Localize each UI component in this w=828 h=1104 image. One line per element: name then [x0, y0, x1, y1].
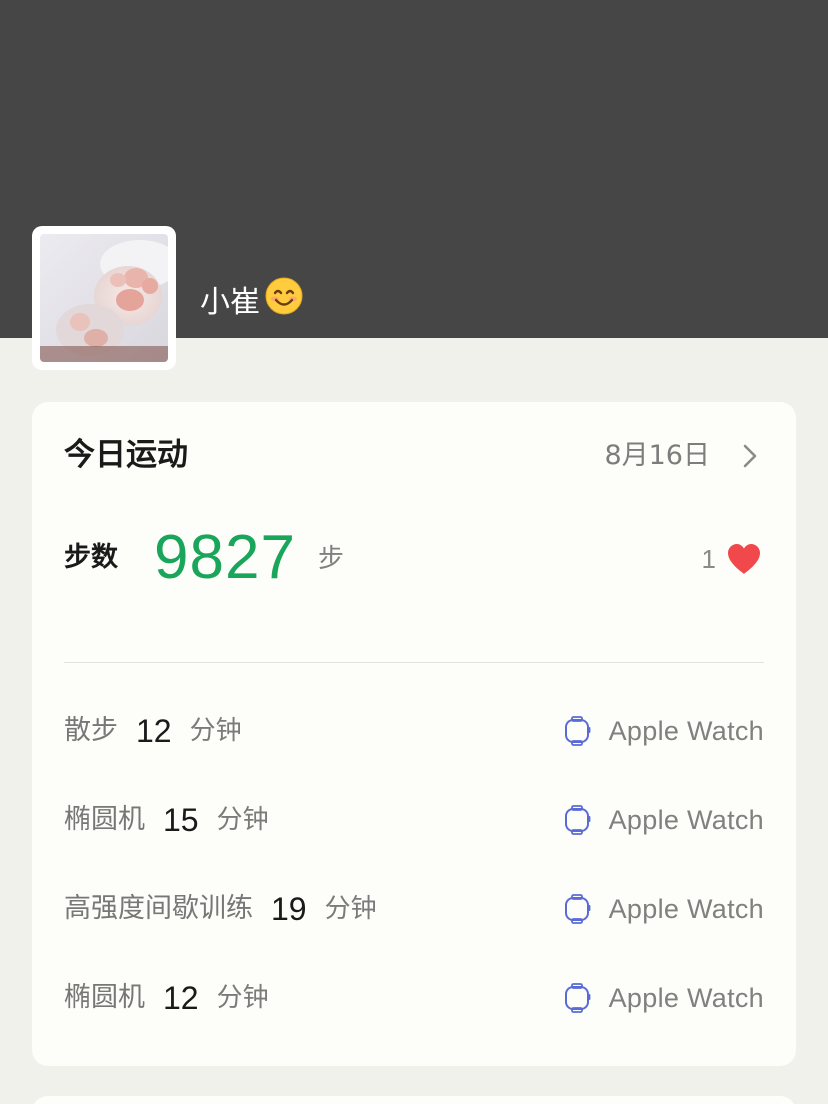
workout-device: Apple Watch [563, 889, 764, 929]
workout-row[interactable]: 椭圆机 12 分钟 Apple Watch [64, 973, 764, 1023]
avatar-image [40, 234, 168, 362]
workout-unit: 分钟 [216, 983, 269, 1013]
workout-minutes: 12 [163, 980, 199, 1016]
steps-label: 步数 [64, 542, 118, 573]
apple-watch-icon [564, 805, 591, 835]
steps-unit: 步 [318, 544, 345, 574]
like-count: 1 [701, 544, 716, 574]
device-label: Apple Watch [608, 805, 764, 835]
workout-minutes: 19 [271, 891, 307, 927]
device-label: Apple Watch [608, 894, 764, 924]
today-exercise-card: 今日运动 8月16日 步数 9827 步 1 散步 12 分钟 Apple Wa… [32, 402, 796, 1066]
workout-unit: 分钟 [216, 805, 269, 835]
workout-row[interactable]: 散步 12 分钟 Apple Watch [64, 706, 764, 756]
workout-unit: 分钟 [189, 716, 242, 746]
next-card [32, 1096, 796, 1104]
card-title: 今日运动 [64, 437, 188, 473]
smile-emoji-icon [264, 276, 304, 329]
steps-value: 9827 [154, 523, 296, 592]
workout-minutes: 15 [163, 802, 199, 838]
user-name-text: 小崔 [200, 284, 260, 320]
avatar[interactable] [32, 226, 176, 370]
apple-watch-icon [564, 716, 591, 746]
workout-device: Apple Watch [563, 711, 764, 751]
workout-row[interactable]: 高强度间歇训练 19 分钟 Apple Watch [64, 884, 764, 934]
workout-name: 椭圆机 [64, 982, 145, 1013]
date-link[interactable]: 8月16日 [604, 436, 710, 476]
user-name[interactable]: 小崔 [200, 276, 304, 329]
workout-name: 椭圆机 [64, 804, 145, 835]
workout-unit: 分钟 [324, 894, 377, 924]
workout-minutes: 12 [136, 713, 172, 749]
workout-device: Apple Watch [563, 800, 764, 840]
like-button[interactable]: 1 [702, 540, 762, 578]
device-label: Apple Watch [608, 983, 764, 1013]
workout-name: 散步 [64, 715, 118, 746]
sports-profile-page: 小崔 今日运动 8月16日 步数 9827 步 1 散步 12 分钟 Apple… [0, 0, 828, 1104]
apple-watch-icon [564, 894, 591, 924]
heart-icon [728, 544, 760, 574]
workout-row[interactable]: 椭圆机 15 分钟 Apple Watch [64, 795, 764, 845]
apple-watch-icon [564, 983, 591, 1013]
device-label: Apple Watch [608, 716, 764, 746]
workout-device: Apple Watch [563, 978, 764, 1018]
chevron-right-icon[interactable] [738, 442, 762, 470]
workout-name: 高强度间歇训练 [64, 893, 253, 924]
divider [64, 662, 764, 663]
